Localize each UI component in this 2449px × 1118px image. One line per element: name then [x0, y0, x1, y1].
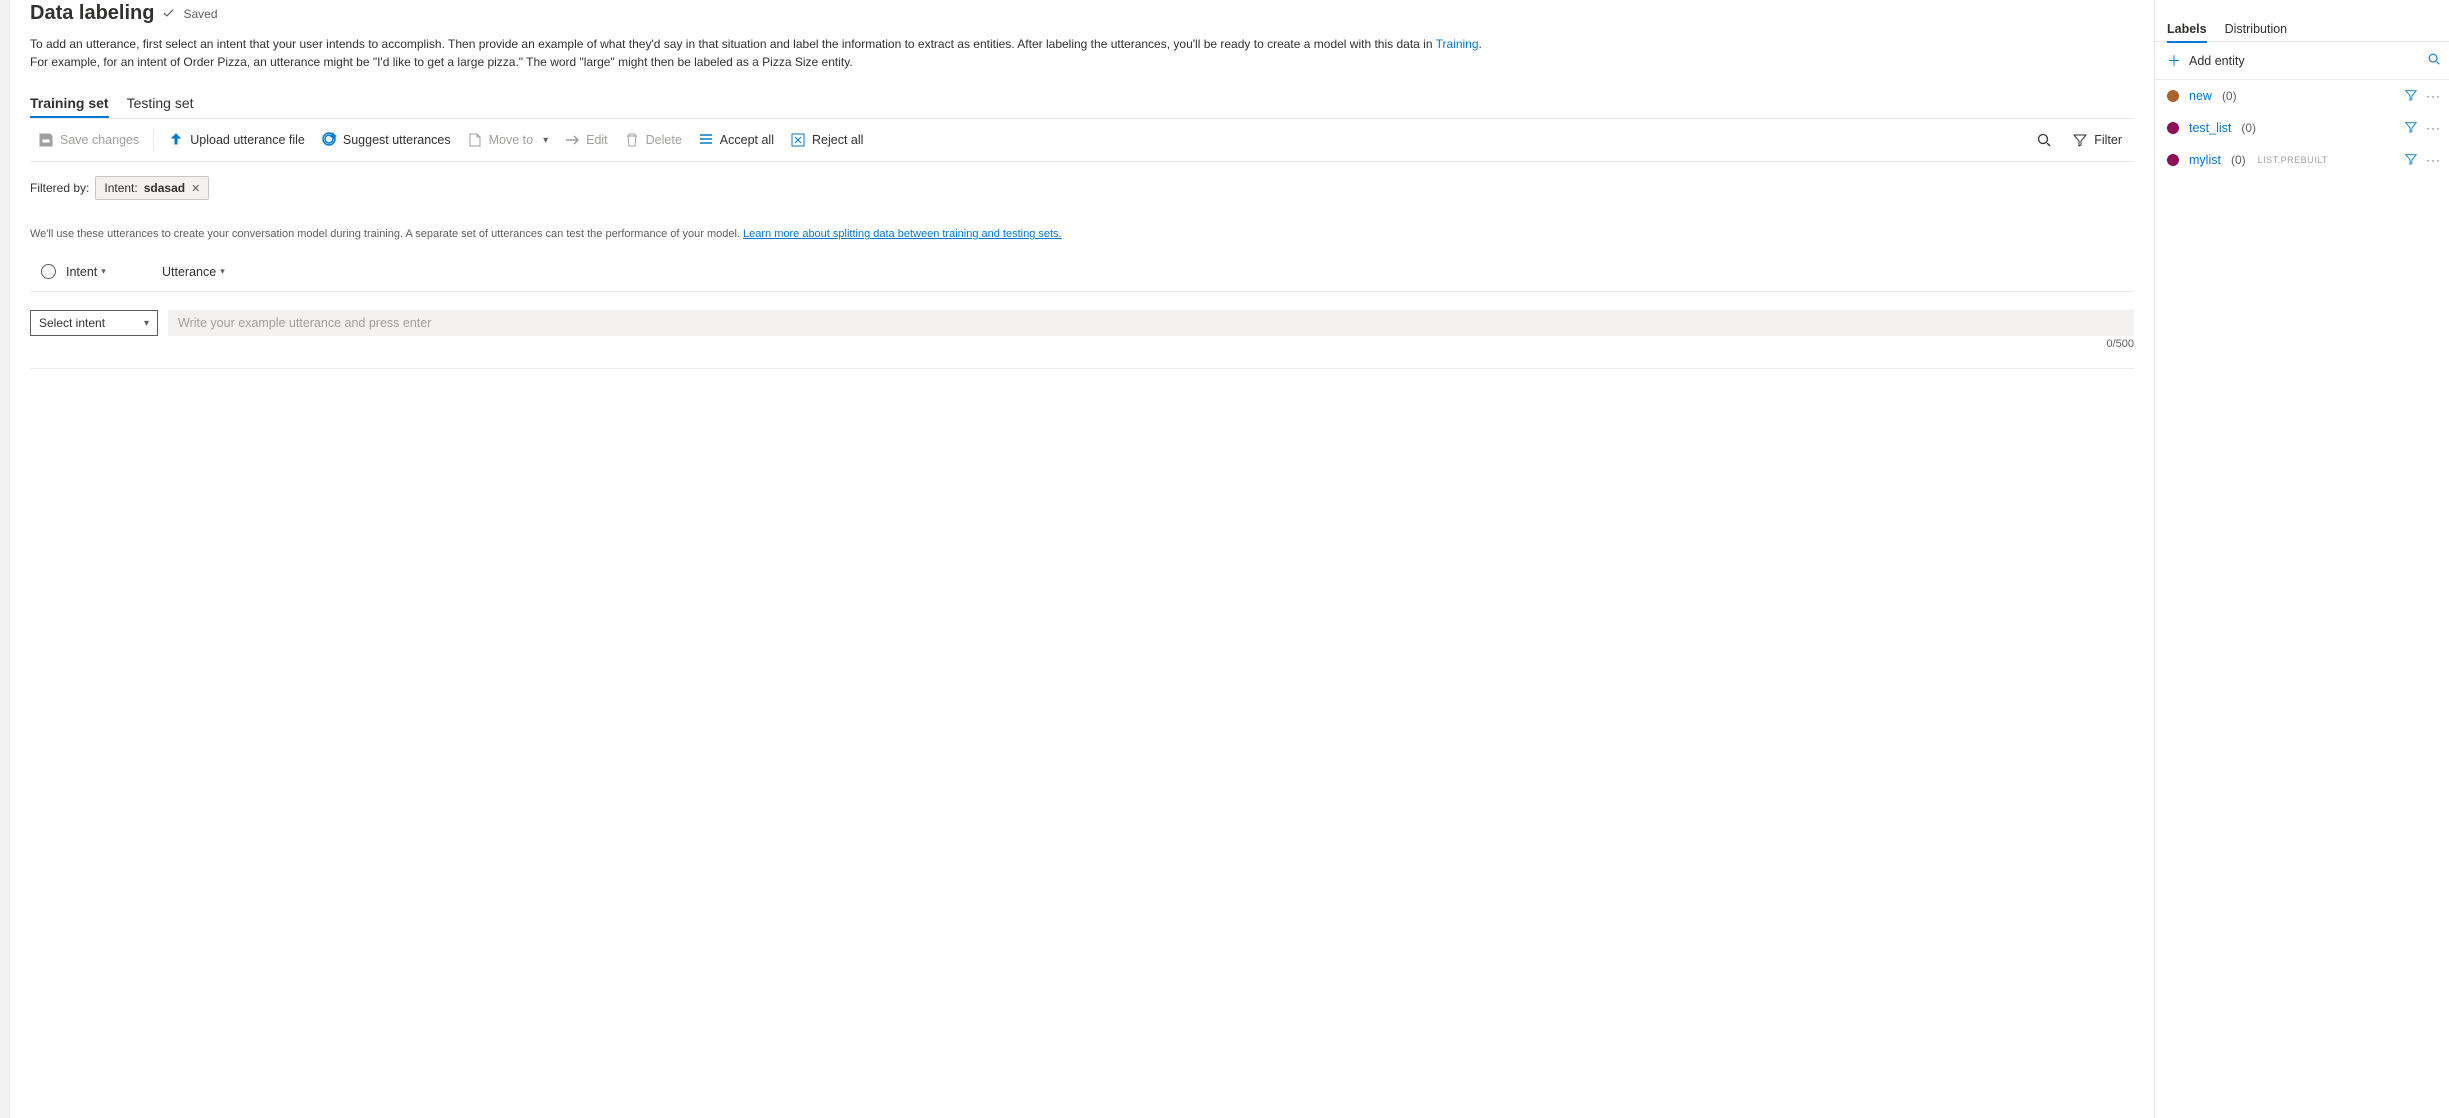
move-label: Move to	[489, 133, 533, 147]
description-text: To add an utterance, first select an int…	[30, 35, 2134, 71]
edit-label: Edit	[586, 133, 608, 147]
description-line1-after: .	[1479, 37, 1482, 51]
filter-chip-value: sdasad	[144, 181, 185, 195]
filter-label: Filter	[2094, 133, 2122, 147]
entity-color-dot	[2167, 154, 2179, 166]
main-tabs: Training set Testing set	[30, 89, 2134, 118]
tab-testing-set[interactable]: Testing set	[127, 89, 194, 117]
tab-labels[interactable]: Labels	[2167, 16, 2207, 42]
entity-name-link[interactable]: new	[2189, 89, 2212, 103]
suggest-icon	[321, 132, 337, 148]
delete-icon	[624, 132, 640, 148]
suggest-label: Suggest utterances	[343, 133, 451, 147]
add-entity-button[interactable]: ＋ Add entity	[2167, 51, 2245, 71]
reject-all-icon	[790, 132, 806, 148]
entity-list: new (0) ··· test_list (0) ··· mylist (0) LIST.PR…	[2155, 80, 2449, 176]
filter-icon	[2072, 132, 2088, 148]
save-label: Save changes	[60, 133, 139, 147]
entity-more-button[interactable]: ···	[2424, 121, 2443, 135]
intent-select-placeholder: Select intent	[39, 316, 105, 330]
search-icon	[2036, 132, 2052, 148]
toolbar-search-button[interactable]	[2028, 119, 2060, 161]
reject-all-label: Reject all	[812, 133, 863, 147]
side-panel: Labels Distribution ＋ Add entity new (0) ·…	[2154, 0, 2449, 1118]
learn-more-link[interactable]: Learn more about splitting data between …	[743, 228, 1062, 240]
page-title: Data labeling	[30, 2, 154, 25]
entity-count: (0)	[2222, 89, 2237, 103]
chevron-down-icon: ▾	[220, 266, 225, 277]
entity-more-button[interactable]: ···	[2424, 153, 2443, 167]
entity-count: (0)	[2231, 153, 2246, 167]
upload-utterance-button[interactable]: Upload utterance file	[160, 119, 313, 161]
plus-icon: ＋	[2167, 51, 2181, 71]
save-changes-button[interactable]: Save changes	[30, 119, 147, 161]
column-header-utterance[interactable]: Utterance ▾	[162, 265, 225, 279]
accept-all-button[interactable]: Accept all	[690, 119, 782, 161]
col-utterance-label: Utterance	[162, 265, 216, 279]
description-line2: For example, for an intent of Order Pizz…	[30, 55, 853, 69]
toolbar: Save changes Upload utterance file Sugge…	[30, 119, 871, 161]
entity-name-link[interactable]: mylist	[2189, 153, 2221, 167]
edit-button[interactable]: Edit	[556, 119, 616, 161]
select-all-radio[interactable]	[41, 264, 56, 279]
table-header: Intent ▾ Utterance ▾	[30, 252, 2134, 292]
entity-name-link[interactable]: test_list	[2189, 121, 2231, 135]
entity-row: new (0) ···	[2155, 80, 2449, 112]
entity-badge: LIST.PREBUILT	[2258, 155, 2328, 165]
edit-icon	[564, 132, 580, 148]
upload-icon	[168, 132, 184, 148]
entity-row: test_list (0) ···	[2155, 112, 2449, 144]
tab-distribution[interactable]: Distribution	[2225, 16, 2288, 42]
chevron-down-icon: ▾	[543, 135, 548, 146]
entity-filter-icon[interactable]	[2404, 88, 2418, 105]
upload-label: Upload utterance file	[190, 133, 305, 147]
left-rail	[0, 0, 10, 1118]
filter-chip-intent[interactable]: Intent: sdasad ✕	[95, 176, 209, 200]
info-text: We'll use these utterances to create you…	[30, 228, 743, 240]
intent-select-dropdown[interactable]: Select intent ▾	[30, 310, 158, 336]
accept-all-icon	[698, 132, 714, 148]
close-icon[interactable]: ✕	[191, 182, 200, 195]
delete-label: Delete	[646, 133, 682, 147]
entity-filter-icon[interactable]	[2404, 152, 2418, 169]
entity-row: mylist (0) LIST.PREBUILT ···	[2155, 144, 2449, 176]
entity-color-dot	[2167, 122, 2179, 134]
column-header-intent[interactable]: Intent ▾	[66, 265, 162, 279]
chevron-down-icon: ▾	[101, 266, 106, 277]
move-icon	[467, 132, 483, 148]
main-panel: Data labeling Saved To add an utterance,…	[10, 0, 2154, 1118]
utterance-input[interactable]	[168, 310, 2134, 336]
save-icon	[38, 132, 54, 148]
chevron-down-icon: ▾	[144, 318, 149, 329]
training-link[interactable]: Training	[1436, 37, 1479, 51]
description-line1-before: To add an utterance, first select an int…	[30, 37, 1436, 51]
filter-chip-prefix: Intent:	[104, 181, 137, 195]
move-to-button[interactable]: Move to ▾	[459, 119, 557, 161]
entity-color-dot	[2167, 90, 2179, 102]
entity-count: (0)	[2241, 121, 2256, 135]
saved-label: Saved	[183, 7, 217, 21]
col-intent-label: Intent	[66, 265, 97, 279]
add-entity-label: Add entity	[2189, 54, 2245, 68]
char-counter: 0/500	[2106, 338, 2134, 350]
side-search-button[interactable]	[2427, 52, 2441, 69]
suggest-utterances-button[interactable]: Suggest utterances	[313, 119, 459, 161]
toolbar-separator	[153, 129, 154, 151]
filtered-by-label: Filtered by:	[30, 181, 89, 195]
check-icon	[162, 6, 175, 22]
delete-button[interactable]: Delete	[616, 119, 690, 161]
side-tabs: Labels Distribution	[2155, 16, 2449, 42]
accept-all-label: Accept all	[720, 133, 774, 147]
reject-all-button[interactable]: Reject all	[782, 119, 871, 161]
entity-filter-icon[interactable]	[2404, 120, 2418, 137]
tab-training-set[interactable]: Training set	[30, 89, 109, 117]
filter-button[interactable]: Filter	[2064, 119, 2130, 161]
entity-more-button[interactable]: ···	[2424, 89, 2443, 103]
